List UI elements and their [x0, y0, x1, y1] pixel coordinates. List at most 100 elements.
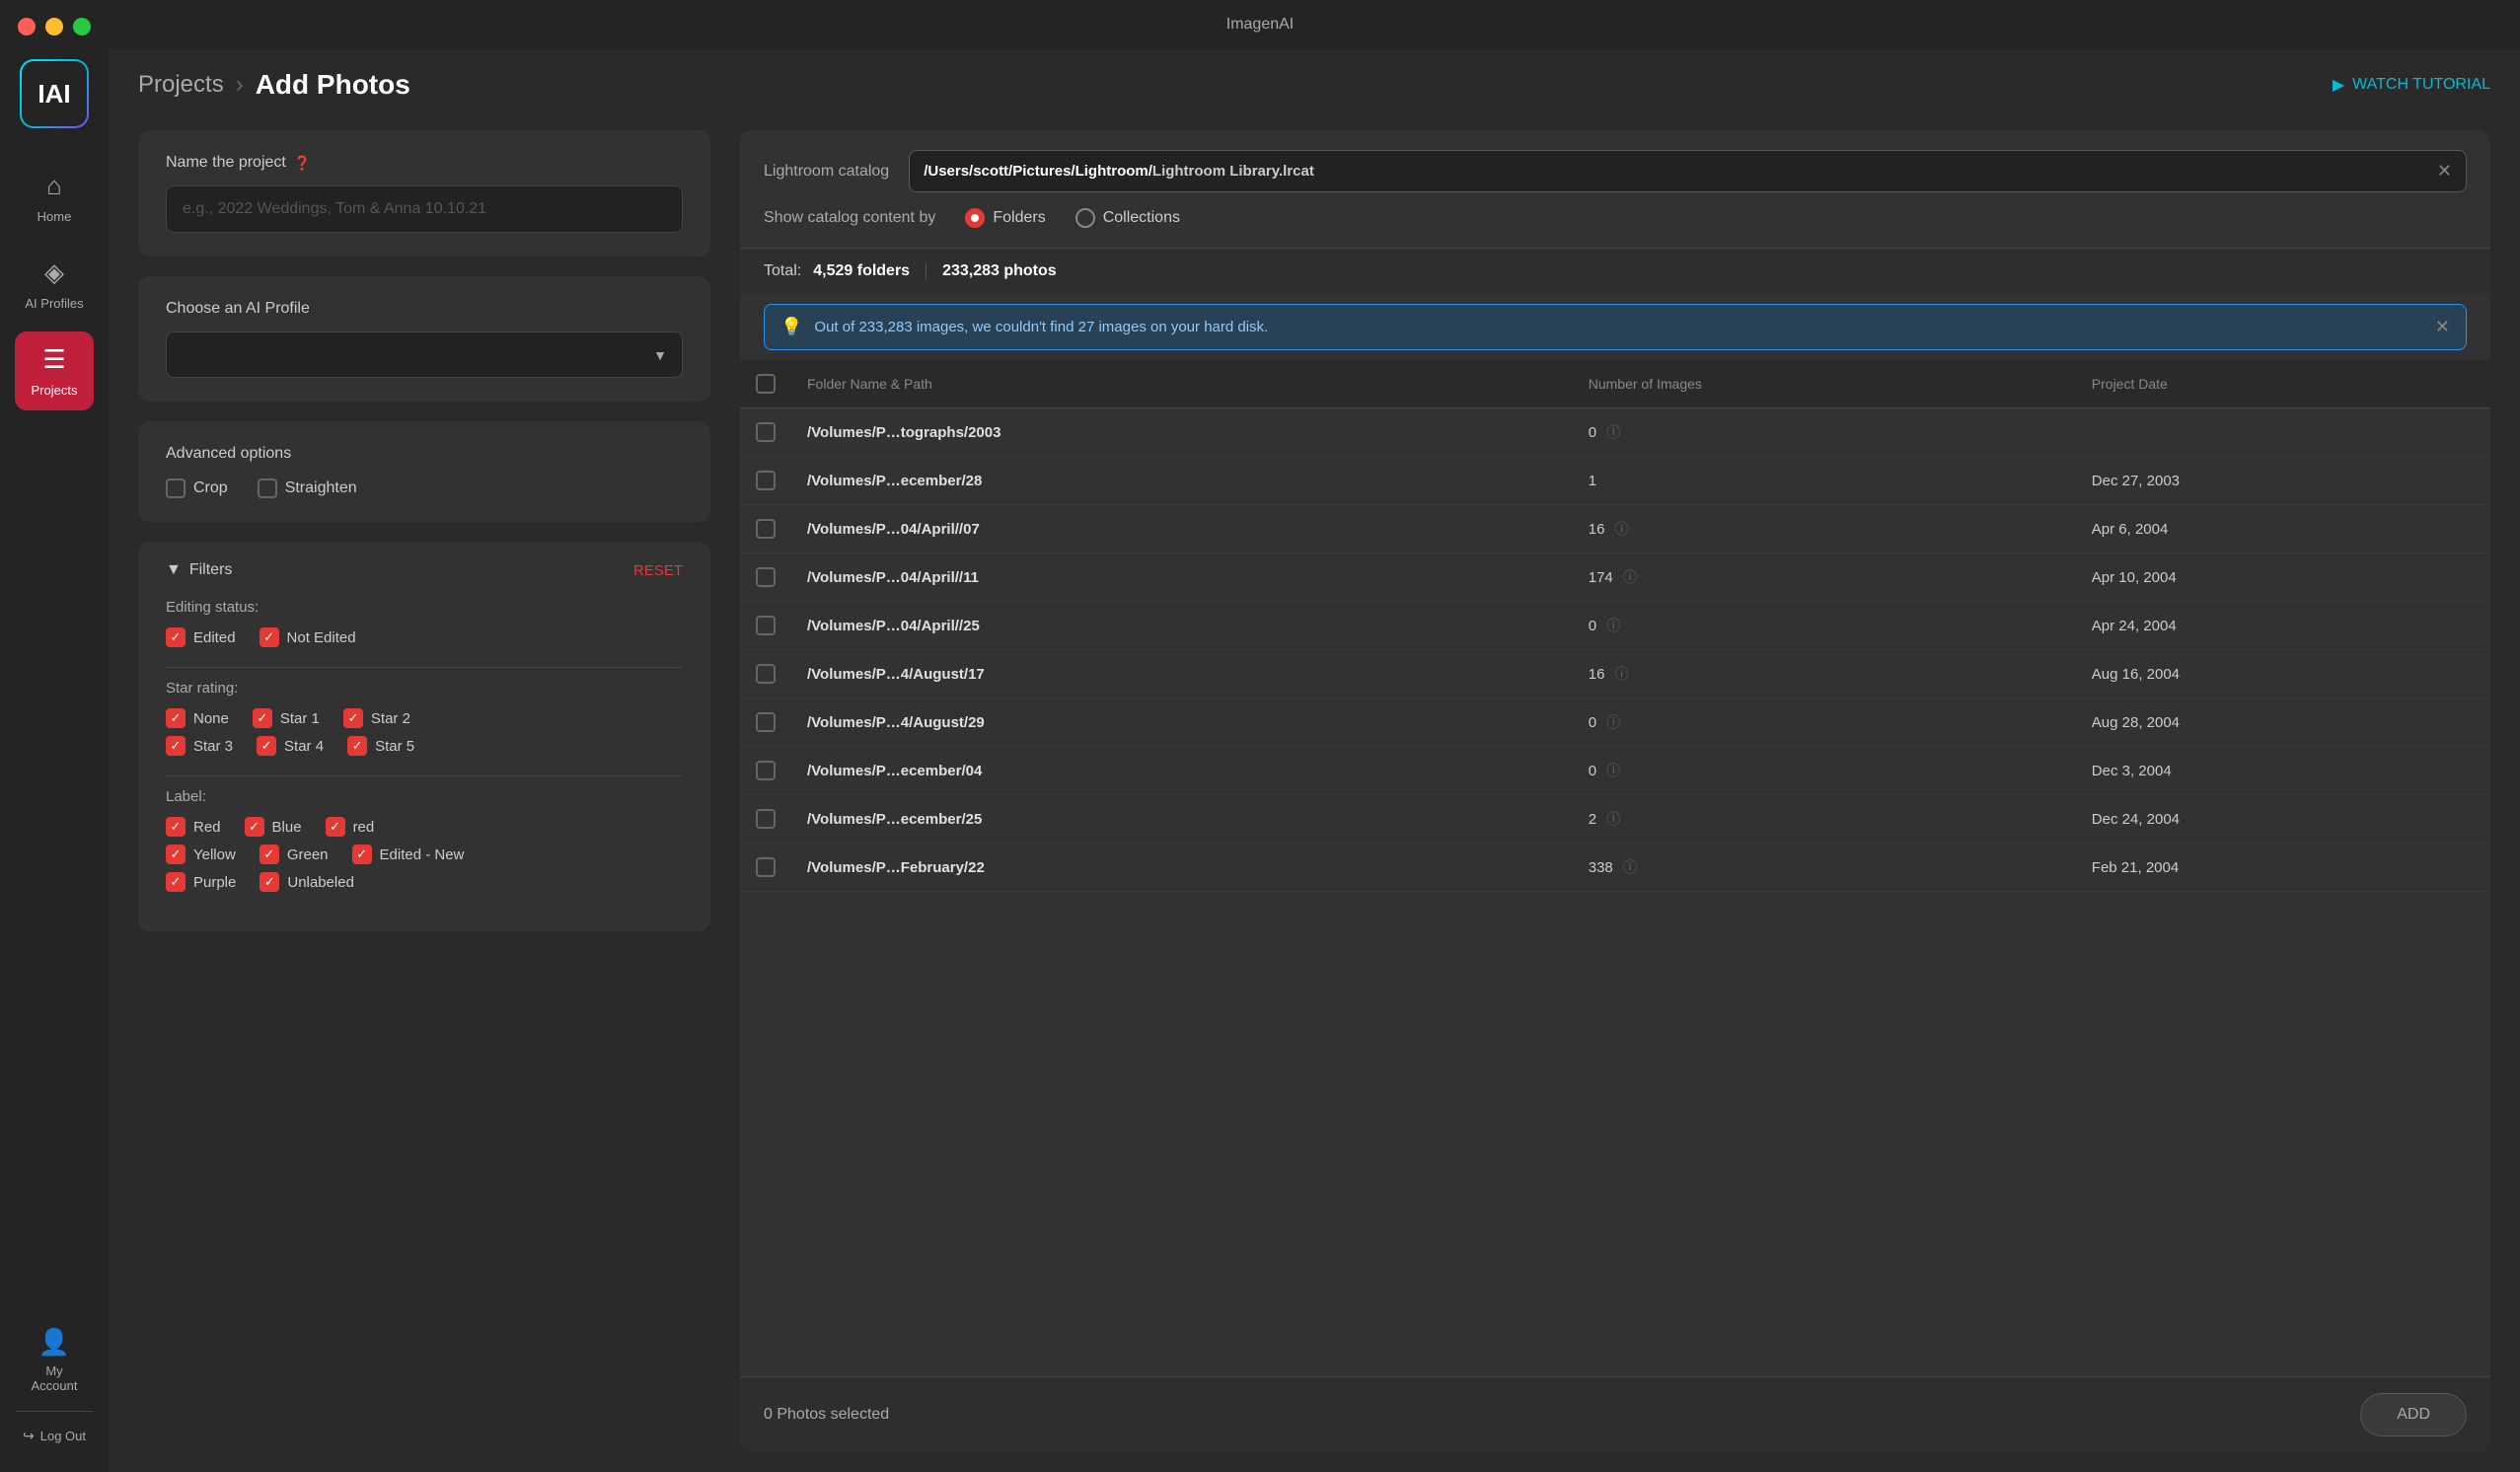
row-path: /Volumes/P…4/August/17	[791, 650, 1573, 699]
info-icon[interactable]: ⓘ	[1606, 811, 1620, 827]
straighten-checkbox[interactable]: Straighten	[258, 478, 357, 498]
project-name-input[interactable]	[166, 185, 683, 233]
catalog-path-prefix: /Users/scott/Pictures/Lightroom/	[924, 163, 1152, 180]
advanced-options-label: Advanced options	[166, 445, 683, 463]
row-checkbox[interactable]	[756, 664, 776, 684]
table-row: /Volumes/P…ecember/25 2 ⓘ Dec 24, 2004	[740, 795, 2490, 844]
straighten-checkbox-box	[258, 478, 277, 498]
my-account-button[interactable]: 👤 My Account	[15, 1317, 94, 1403]
reset-filters-button[interactable]: RESET	[633, 562, 683, 579]
catalog-row: Lightroom catalog /Users/scott/Pictures/…	[764, 150, 2467, 192]
info-icon[interactable]: ⓘ	[1606, 618, 1620, 633]
folder-table-container: Folder Name & Path Number of Images Proj…	[740, 360, 2490, 1376]
row-checkbox[interactable]	[756, 567, 776, 587]
edited-filter[interactable]: ✓ Edited	[166, 627, 236, 647]
blue-checkbox: ✓	[245, 817, 264, 837]
edited-new-filter[interactable]: ✓ Edited - New	[352, 845, 465, 864]
edited-new-checkbox: ✓	[352, 845, 372, 864]
table-row: /Volumes/P…February/22 338 ⓘ Feb 21, 200…	[740, 844, 2490, 892]
not-edited-filter[interactable]: ✓ Not Edited	[259, 627, 356, 647]
sidebar-item-ai-profiles[interactable]: ◈ AI Profiles	[15, 245, 94, 324]
green-filter[interactable]: ✓ Green	[259, 845, 329, 864]
info-icon[interactable]: ⓘ	[1623, 569, 1637, 585]
close-button[interactable]	[18, 18, 36, 36]
chevron-down-icon: ▼	[166, 561, 182, 579]
row-date: Dec 3, 2004	[2076, 747, 2490, 795]
logout-button[interactable]: ↪ Log Out	[11, 1420, 98, 1452]
info-icon[interactable]: ⓘ	[1615, 666, 1629, 682]
catalog-header: Lightroom catalog /Users/scott/Pictures/…	[740, 130, 2490, 249]
unlabeled-filter[interactable]: ✓ Unlabeled	[259, 872, 354, 892]
label-row-1: ✓ Red ✓ Blue ✓ red	[166, 817, 683, 837]
title-bar: ImagenAI	[0, 0, 2520, 49]
folders-radio[interactable]: Folders	[965, 208, 1045, 228]
row-checkbox[interactable]	[756, 809, 776, 829]
crop-checkbox[interactable]: Crop	[166, 478, 228, 498]
help-icon[interactable]: ❓	[294, 155, 311, 172]
blue-filter[interactable]: ✓ Blue	[245, 817, 302, 837]
red-filter[interactable]: ✓ Red	[166, 817, 221, 837]
star-5-filter[interactable]: ✓ Star 5	[347, 736, 414, 756]
catalog-clear-button[interactable]: ✕	[2437, 161, 2452, 182]
row-date: Aug 28, 2004	[2076, 699, 2490, 747]
total-folders: 4,529 folders	[813, 262, 910, 280]
total-bar: Total: 4,529 folders 233,283 photos	[740, 249, 2490, 294]
red-checkbox: ✓	[166, 817, 185, 837]
row-checkbox[interactable]	[756, 519, 776, 539]
info-icon[interactable]: ⓘ	[1615, 521, 1629, 537]
row-date: Feb 21, 2004	[2076, 844, 2490, 892]
info-icon[interactable]: ⓘ	[1623, 859, 1637, 875]
ai-profile-select-wrapper: ▼	[166, 331, 683, 378]
maximize-button[interactable]	[73, 18, 91, 36]
purple-filter[interactable]: ✓ Purple	[166, 872, 236, 892]
row-checkbox[interactable]	[756, 471, 776, 490]
info-icon[interactable]: ⓘ	[1606, 424, 1620, 440]
minimize-button[interactable]	[45, 18, 63, 36]
row-checkbox[interactable]	[756, 712, 776, 732]
unlabeled-checkbox: ✓	[259, 872, 279, 892]
row-checkbox[interactable]	[756, 857, 776, 877]
star-none-filter[interactable]: ✓ None	[166, 708, 229, 728]
row-checkbox[interactable]	[756, 616, 776, 635]
collections-radio[interactable]: Collections	[1075, 208, 1180, 228]
ai-profile-select[interactable]	[166, 331, 683, 378]
th-project-date: Project Date	[2076, 360, 2490, 408]
row-images: 0 ⓘ	[1573, 408, 2076, 457]
filters-toggle[interactable]: ▼ Filters	[166, 561, 232, 579]
breadcrumb-parent[interactable]: Projects	[138, 71, 224, 99]
row-checkbox-cell	[740, 457, 791, 505]
unlabeled-label: Unlabeled	[287, 874, 354, 891]
warning-close-button[interactable]: ✕	[2435, 317, 2450, 337]
filters-section: ▼ Filters RESET Editing status: ✓ Edited	[138, 542, 710, 931]
add-button[interactable]: ADD	[2360, 1393, 2467, 1436]
photos-selected-count: 0 Photos selected	[764, 1406, 889, 1424]
row-checkbox[interactable]	[756, 422, 776, 442]
logout-label: Log Out	[40, 1429, 86, 1443]
sidebar-item-home[interactable]: ⌂ Home	[15, 158, 94, 237]
edited-checkbox: ✓	[166, 627, 185, 647]
watch-tutorial-button[interactable]: ▶ WATCH TUTORIAL	[2333, 75, 2490, 95]
warning-icon: 💡	[780, 317, 802, 337]
projects-icon: ☰	[42, 344, 65, 375]
row-checkbox[interactable]	[756, 761, 776, 780]
row-date: Apr 10, 2004	[2076, 553, 2490, 602]
red2-filter[interactable]: ✓ red	[326, 817, 375, 837]
yellow-checkbox: ✓	[166, 845, 185, 864]
account-label: My Account	[25, 1363, 84, 1393]
home-icon: ⌂	[46, 171, 62, 201]
select-all-checkbox[interactable]	[756, 374, 776, 394]
table-row: /Volumes/P…04/April//07 16 ⓘ Apr 6, 2004	[740, 505, 2490, 553]
folder-table: Folder Name & Path Number of Images Proj…	[740, 360, 2490, 892]
green-label: Green	[287, 846, 329, 863]
sidebar: IAI ⌂ Home ◈ AI Profiles ☰ Projects 👤 My…	[0, 0, 109, 1472]
star-2-filter[interactable]: ✓ Star 2	[343, 708, 410, 728]
row-date: Dec 24, 2004	[2076, 795, 2490, 844]
logo-text: IAI	[37, 79, 70, 110]
star-3-filter[interactable]: ✓ Star 3	[166, 736, 233, 756]
info-icon[interactable]: ⓘ	[1606, 763, 1620, 778]
star-1-filter[interactable]: ✓ Star 1	[253, 708, 320, 728]
info-icon[interactable]: ⓘ	[1606, 714, 1620, 730]
yellow-filter[interactable]: ✓ Yellow	[166, 845, 236, 864]
sidebar-item-projects[interactable]: ☰ Projects	[15, 331, 94, 410]
star-4-filter[interactable]: ✓ Star 4	[257, 736, 324, 756]
